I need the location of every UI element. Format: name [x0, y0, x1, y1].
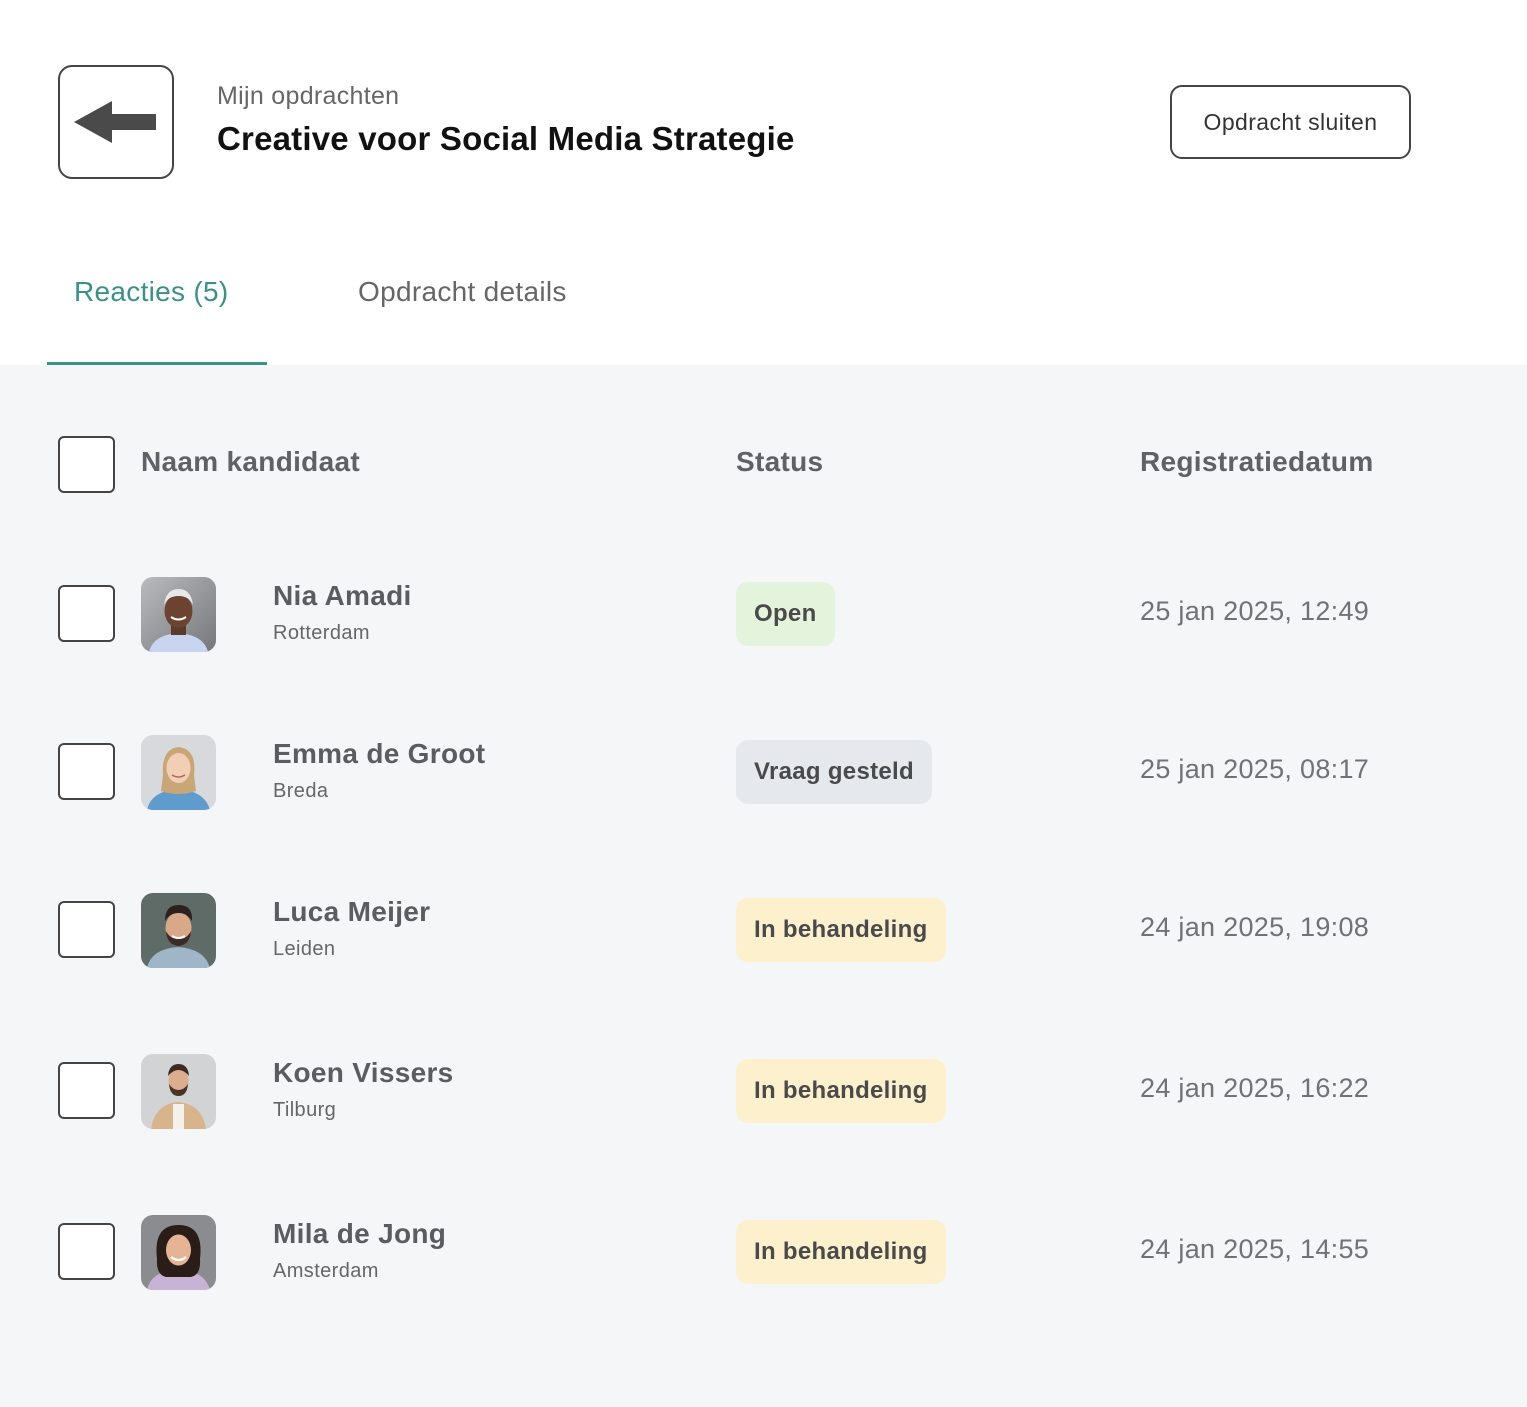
candidate-city: Tilburg — [273, 1099, 337, 1121]
back-button[interactable] — [58, 65, 174, 179]
candidate-name[interactable]: Koen Vissers — [273, 1057, 454, 1089]
candidate-city: Leiden — [273, 938, 336, 960]
avatar — [141, 1215, 216, 1290]
status-badge: In behandeling — [736, 898, 946, 962]
avatar — [141, 893, 216, 968]
row-checkbox[interactable] — [58, 901, 115, 958]
candidate-name[interactable]: Emma de Groot — [273, 738, 485, 770]
tab-reacties[interactable]: Reacties (5) — [74, 276, 229, 308]
tab-opdracht-details[interactable]: Opdracht details — [358, 276, 567, 308]
row-checkbox[interactable] — [58, 585, 115, 642]
arrow-left-icon — [74, 101, 156, 143]
page-header: Mijn opdrachten Creative voor Social Med… — [0, 0, 1527, 365]
registration-date: 24 jan 2025, 19:08 — [1140, 912, 1370, 942]
breadcrumb[interactable]: Mijn opdrachten — [217, 82, 399, 111]
candidate-city: Amsterdam — [273, 1260, 379, 1282]
column-header-name[interactable]: Naam kandidaat — [141, 446, 360, 478]
status-badge: Vraag gesteld — [736, 740, 932, 804]
column-header-date[interactable]: Registratiedatum — [1140, 446, 1374, 478]
select-all-checkbox[interactable] — [58, 436, 115, 493]
column-header-status[interactable]: Status — [736, 446, 823, 478]
avatar — [141, 735, 216, 810]
page-title: Creative voor Social Media Strategie — [217, 120, 795, 157]
registration-date: 25 jan 2025, 08:17 — [1140, 754, 1370, 784]
row-checkbox[interactable] — [58, 1062, 115, 1119]
candidate-name[interactable]: Nia Amadi — [273, 580, 412, 612]
status-badge: In behandeling — [736, 1059, 946, 1123]
registration-date: 24 jan 2025, 16:22 — [1140, 1073, 1370, 1103]
registration-date: 24 jan 2025, 14:55 — [1140, 1234, 1370, 1264]
avatar — [141, 1054, 216, 1129]
candidate-city: Rotterdam — [273, 622, 370, 644]
registration-date: 25 jan 2025, 12:49 — [1140, 596, 1370, 626]
status-badge: Open — [736, 582, 835, 646]
avatar — [141, 577, 216, 652]
candidate-name[interactable]: Mila de Jong — [273, 1218, 446, 1250]
row-checkbox[interactable] — [58, 1223, 115, 1280]
candidate-name[interactable]: Luca Meijer — [273, 896, 430, 928]
candidate-city: Breda — [273, 780, 329, 802]
status-badge: In behandeling — [736, 1220, 946, 1284]
close-assignment-button[interactable]: Opdracht sluiten — [1170, 85, 1411, 159]
row-checkbox[interactable] — [58, 743, 115, 800]
